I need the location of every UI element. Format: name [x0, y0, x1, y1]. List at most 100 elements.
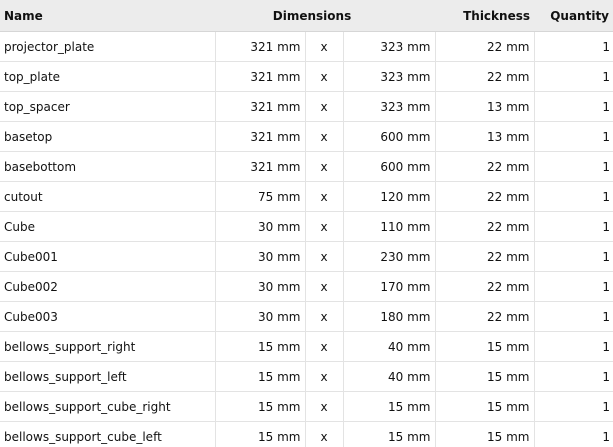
cell-quantity: 1 — [534, 121, 613, 152]
cell-thickness: 15 mm — [435, 391, 535, 422]
cell-dimension-separator: x — [305, 151, 344, 182]
cell-thickness: 15 mm — [435, 331, 535, 362]
table-row[interactable]: top_spacer 321 mm x 323 mm 13 mm 1 — [0, 91, 613, 122]
table-row[interactable]: bellows_support_left 15 mm x 40 mm 15 mm 1 — [0, 361, 613, 392]
table-row[interactable]: Cube003 30 mm x 180 mm 22 mm 1 — [0, 301, 613, 332]
table-row[interactable]: bellows_support_cube_right 15 mm x 15 mm 15 … — [0, 391, 613, 422]
cell-depth: 40 mm — [343, 331, 436, 362]
cell-width: 75 mm — [215, 181, 306, 212]
cell-name: top_plate — [0, 61, 216, 92]
cell-quantity: 1 — [534, 421, 613, 447]
cell-depth: 600 mm — [343, 151, 436, 182]
cell-name: top_spacer — [0, 91, 216, 122]
cell-thickness: 22 mm — [435, 181, 535, 212]
cell-dimension-separator: x — [305, 391, 344, 422]
cell-depth: 180 mm — [343, 301, 436, 332]
cell-quantity: 1 — [534, 391, 613, 422]
cell-depth: 170 mm — [343, 271, 436, 302]
cell-depth: 323 mm — [343, 61, 436, 92]
cell-quantity: 1 — [534, 361, 613, 392]
table-row[interactable]: basebottom 321 mm x 600 mm 22 mm 1 — [0, 151, 613, 182]
column-header-quantity[interactable]: Quantity — [534, 0, 613, 32]
table-row[interactable]: top_plate 321 mm x 323 mm 22 mm 1 — [0, 61, 613, 92]
cut-list-table: Name Dimensions Thickness Quantity proje… — [0, 0, 613, 447]
cell-dimension-separator: x — [305, 61, 344, 92]
cell-name: cutout — [0, 181, 216, 212]
cell-dimension-separator: x — [305, 31, 344, 62]
cell-width: 321 mm — [215, 121, 306, 152]
cell-name: bellows_support_left — [0, 361, 216, 392]
header-row: Name Dimensions Thickness Quantity — [0, 0, 613, 32]
cell-depth: 40 mm — [343, 361, 436, 392]
cell-thickness: 15 mm — [435, 361, 535, 392]
cell-name: Cube003 — [0, 301, 216, 332]
cell-width: 30 mm — [215, 241, 306, 272]
cell-thickness: 22 mm — [435, 31, 535, 62]
cell-thickness: 15 mm — [435, 421, 535, 447]
cell-quantity: 1 — [534, 331, 613, 362]
cell-quantity: 1 — [534, 31, 613, 62]
cell-quantity: 1 — [534, 91, 613, 122]
cell-thickness: 13 mm — [435, 91, 535, 122]
table-row[interactable]: Cube002 30 mm x 170 mm 22 mm 1 — [0, 271, 613, 302]
cell-width: 30 mm — [215, 211, 306, 242]
cell-thickness: 22 mm — [435, 271, 535, 302]
cell-quantity: 1 — [534, 241, 613, 272]
cell-width: 321 mm — [215, 31, 306, 62]
cell-dimension-separator: x — [305, 181, 344, 212]
cell-name: bellows_support_cube_right — [0, 391, 216, 422]
table-row[interactable]: basetop 321 mm x 600 mm 13 mm 1 — [0, 121, 613, 152]
cell-name: projector_plate — [0, 31, 216, 62]
cell-name: Cube002 — [0, 271, 216, 302]
cell-width: 15 mm — [215, 421, 306, 447]
cell-dimension-separator: x — [305, 121, 344, 152]
cut-list-table-container: Name Dimensions Thickness Quantity proje… — [0, 0, 613, 447]
cell-name: basebottom — [0, 151, 216, 182]
table-row[interactable]: projector_plate 321 mm x 323 mm 22 mm 1 — [0, 31, 613, 62]
cell-depth: 120 mm — [343, 181, 436, 212]
cell-dimension-separator: x — [305, 361, 344, 392]
cell-thickness: 22 mm — [435, 211, 535, 242]
cell-dimension-separator: x — [305, 271, 344, 302]
table-row[interactable]: cutout 75 mm x 120 mm 22 mm 1 — [0, 181, 613, 212]
table-row[interactable]: Cube 30 mm x 110 mm 22 mm 1 — [0, 211, 613, 242]
cell-name: Cube — [0, 211, 216, 242]
cell-dimension-separator: x — [305, 331, 344, 362]
cell-depth: 323 mm — [343, 31, 436, 62]
cell-name: bellows_support_cube_left — [0, 421, 216, 447]
table-row[interactable]: Cube001 30 mm x 230 mm 22 mm 1 — [0, 241, 613, 272]
cell-name: basetop — [0, 121, 216, 152]
cell-dimension-separator: x — [305, 421, 344, 447]
cell-dimension-separator: x — [305, 211, 344, 242]
cell-quantity: 1 — [534, 181, 613, 212]
cell-width: 321 mm — [215, 151, 306, 182]
cell-thickness: 13 mm — [435, 121, 535, 152]
cell-thickness: 22 mm — [435, 241, 535, 272]
cell-width: 15 mm — [215, 361, 306, 392]
cell-width: 321 mm — [215, 61, 306, 92]
cell-thickness: 22 mm — [435, 301, 535, 332]
cell-width: 15 mm — [215, 331, 306, 362]
cell-width: 321 mm — [215, 91, 306, 122]
cell-dimension-separator: x — [305, 241, 344, 272]
cell-name: Cube001 — [0, 241, 216, 272]
cell-depth: 15 mm — [343, 421, 436, 447]
cell-depth: 323 mm — [343, 91, 436, 122]
cell-depth: 600 mm — [343, 121, 436, 152]
cell-quantity: 1 — [534, 211, 613, 242]
cell-depth: 230 mm — [343, 241, 436, 272]
column-header-thickness[interactable]: Thickness — [435, 0, 534, 32]
table-header: Name Dimensions Thickness Quantity — [0, 0, 613, 32]
table-row[interactable]: bellows_support_right 15 mm x 40 mm 15 mm 1 — [0, 331, 613, 362]
column-header-dimensions[interactable]: Dimensions — [215, 0, 435, 32]
cell-quantity: 1 — [534, 61, 613, 92]
cell-thickness: 22 mm — [435, 61, 535, 92]
column-header-name[interactable]: Name — [0, 0, 215, 32]
table-row[interactable]: bellows_support_cube_left 15 mm x 15 mm 15 m… — [0, 421, 613, 447]
cell-quantity: 1 — [534, 301, 613, 332]
table-body: projector_plate 321 mm x 323 mm 22 mm 1 top_pl… — [0, 31, 613, 447]
cell-thickness: 22 mm — [435, 151, 535, 182]
cell-width: 30 mm — [215, 271, 306, 302]
cell-dimension-separator: x — [305, 91, 344, 122]
cell-depth: 110 mm — [343, 211, 436, 242]
